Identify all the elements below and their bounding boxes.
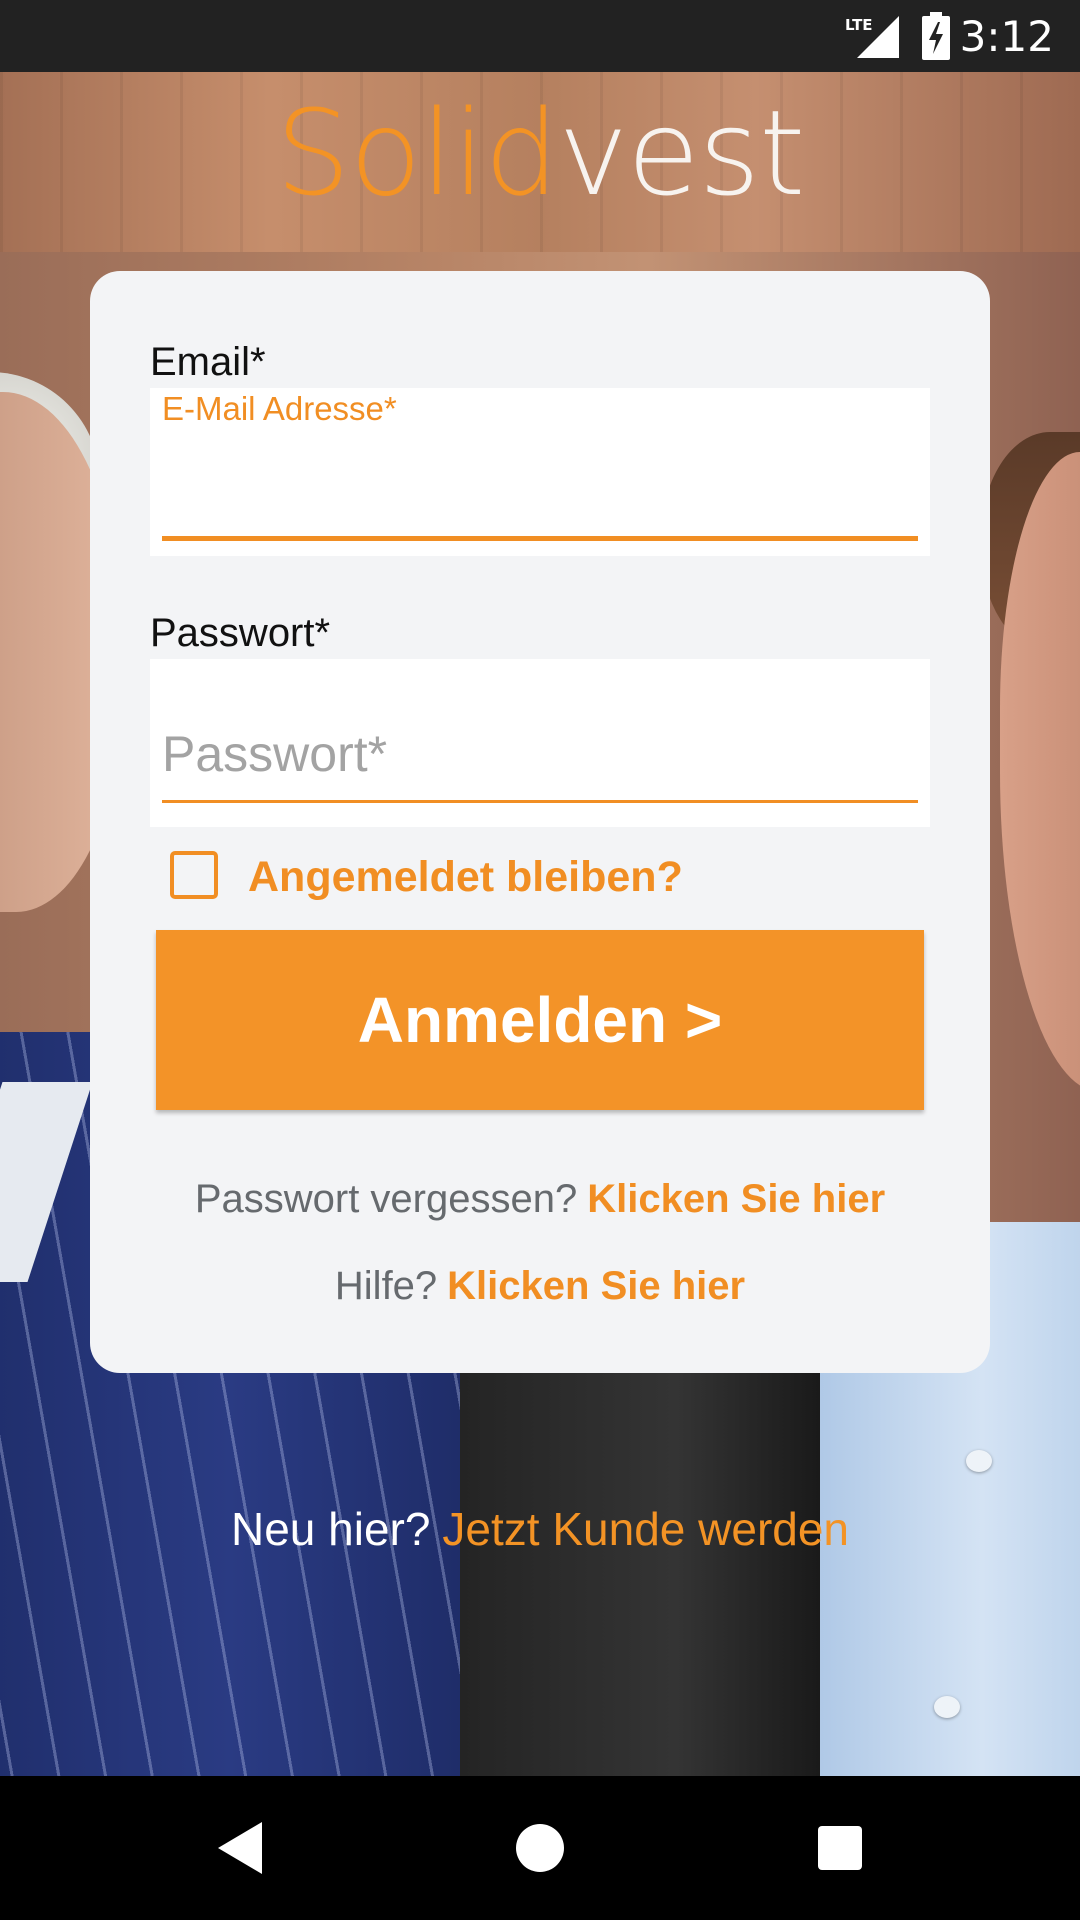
status-time: 3:12 — [959, 12, 1054, 61]
password-placeholder: Passwort* — [162, 726, 388, 782]
help-question: Hilfe? — [334, 1264, 438, 1308]
email-underline — [162, 536, 918, 541]
help-row: Hilfe? Klicken Sie hier — [90, 1264, 990, 1309]
email-label: Email* — [150, 340, 266, 384]
logo-part-vest: vest — [558, 84, 805, 222]
password-label: Passwort* — [150, 611, 331, 655]
forgot-password-link[interactable]: Klicken Sie hier — [587, 1177, 885, 1221]
login-button[interactable]: Anmelden > — [156, 930, 924, 1110]
password-underline — [162, 800, 918, 803]
recent-apps-icon[interactable] — [818, 1826, 862, 1870]
battery-charging-icon — [922, 12, 950, 60]
help-link[interactable]: Klicken Sie hier — [447, 1264, 745, 1308]
email-field[interactable]: E-Mail Adresse* — [150, 388, 930, 556]
email-floating-label: E-Mail Adresse* — [162, 390, 397, 427]
password-field[interactable]: Passwort* — [150, 659, 930, 827]
status-bar: LTE 3:12 — [0, 0, 1080, 72]
back-icon[interactable] — [216, 1820, 264, 1876]
signup-question: Neu hier? — [230, 1503, 431, 1555]
logo: Solidvest — [0, 94, 1080, 212]
remember-checkbox[interactable] — [170, 851, 218, 899]
signup-link[interactable]: Jetzt Kunde werden — [442, 1503, 849, 1555]
lte-signal-icon: LTE — [845, 16, 899, 58]
shirt-button — [934, 1696, 960, 1718]
navigation-bar — [0, 1776, 1080, 1920]
home-icon[interactable] — [516, 1824, 564, 1872]
shirt-button — [966, 1450, 992, 1472]
forgot-password-question: Passwort vergessen? — [194, 1177, 578, 1221]
remember-label[interactable]: Angemeldet bleiben? — [248, 853, 683, 902]
logo-part-solid: Solid — [275, 84, 560, 222]
login-card: Email* E-Mail Adresse* Passwort* Passwor… — [90, 271, 990, 1373]
signup-row: Neu hier? Jetzt Kunde werden — [0, 1502, 1080, 1556]
forgot-password-row: Passwort vergessen? Klicken Sie hier — [90, 1177, 990, 1222]
svg-text:LTE: LTE — [845, 16, 873, 34]
